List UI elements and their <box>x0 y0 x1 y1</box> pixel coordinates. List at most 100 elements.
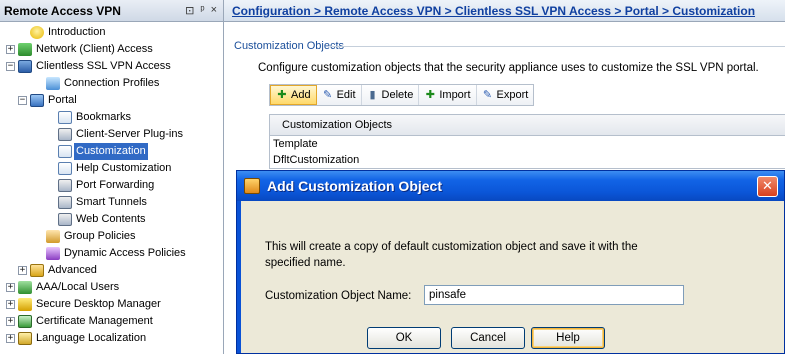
tree-item-label: Bookmarks <box>76 111 132 123</box>
table-row[interactable]: DfltCustomization <box>270 152 785 168</box>
tree-item-label: Introduction <box>48 26 106 38</box>
tree-item-label: Secure Desktop Manager <box>36 298 161 310</box>
tree-item[interactable]: Smart Tunnels <box>0 194 224 211</box>
tree-item-label: Dynamic Access Policies <box>64 247 186 259</box>
expand-icon[interactable]: + <box>6 317 15 326</box>
add-button[interactable]: ✚ Add <box>270 85 317 105</box>
doc-icon <box>58 162 72 175</box>
group-icon <box>46 230 60 243</box>
expand-icon[interactable]: + <box>6 283 15 292</box>
plug-icon <box>58 213 72 226</box>
expand-icon[interactable]: + <box>6 300 15 309</box>
pin-pane-icon[interactable]: ᵖ <box>200 4 204 17</box>
navigation-tree: Introduction + Network (Client) Access − Cli… <box>0 24 224 347</box>
add-customization-dialog: Add Customization Object ✕ This will cre… <box>236 170 785 354</box>
add-label: Add <box>291 89 311 101</box>
dialog-app-icon <box>244 178 260 194</box>
customization-objects-table: Customization Objects Template DfltCusto… <box>269 114 785 169</box>
table-header[interactable]: Customization Objects <box>270 115 785 136</box>
close-pane-icon[interactable]: × <box>211 4 217 17</box>
tree-item[interactable]: − Portal <box>0 92 224 109</box>
delete-label: Delete <box>381 89 414 101</box>
tree-item[interactable]: + Advanced <box>0 262 224 279</box>
close-icon[interactable]: ✕ <box>757 176 778 197</box>
doc-icon <box>58 111 72 124</box>
expand-icon[interactable]: + <box>18 266 27 275</box>
tree-item[interactable]: Group Policies <box>0 228 224 245</box>
help-icon <box>30 26 44 39</box>
breadcrumb[interactable]: Configuration > Remote Access VPN > Clie… <box>224 0 785 22</box>
profile-icon <box>46 77 60 90</box>
import-label: Import <box>439 89 471 101</box>
expand-icon[interactable]: + <box>6 45 15 54</box>
table-row[interactable]: Template <box>270 136 785 152</box>
plug-icon <box>58 179 72 192</box>
tree-item-label: Certificate Management <box>36 315 153 327</box>
tree-item[interactable]: + Network (Client) Access <box>0 41 224 58</box>
ssl-icon <box>18 60 32 73</box>
plug-icon <box>58 128 72 141</box>
edit-button[interactable]: ✎ Edit <box>317 85 362 105</box>
lang-icon <box>18 332 32 345</box>
tree-item[interactable]: Help Customization <box>0 160 224 177</box>
cancel-button[interactable]: Cancel <box>451 327 525 349</box>
tree-item-label: Smart Tunnels <box>76 196 147 208</box>
pane-header: Remote Access VPN ⊡ ᵖ × <box>0 0 223 22</box>
group-description: Configure customization objects that the… <box>258 62 759 74</box>
tree-item[interactable]: Port Forwarding <box>0 177 224 194</box>
portal-icon <box>30 94 44 107</box>
tree-item[interactable]: Connection Profiles <box>0 75 224 92</box>
objects-toolbar: ✚ Add ✎ Edit ▮ Delete ✚ Import ✎ Export <box>269 84 535 106</box>
tree-item[interactable]: Introduction <box>0 24 224 41</box>
float-pane-icon[interactable]: ⊡ <box>185 4 194 17</box>
tree-item-label: Network (Client) Access <box>36 43 153 55</box>
import-icon: ✚ <box>425 89 435 101</box>
object-name-input[interactable] <box>424 285 684 305</box>
tree-item[interactable]: + Certificate Management <box>0 313 224 330</box>
edit-icon: ✎ <box>322 89 333 101</box>
tree-item[interactable]: + Secure Desktop Manager <box>0 296 224 313</box>
sdm-icon <box>18 298 32 311</box>
pane-controls: ⊡ ᵖ × <box>185 4 223 17</box>
tree-item[interactable]: Dynamic Access Policies <box>0 245 224 262</box>
tree-item-label: Group Policies <box>64 230 136 242</box>
dap-icon <box>46 247 60 260</box>
help-button[interactable]: Help <box>531 327 605 349</box>
tree-item[interactable]: + AAA/Local Users <box>0 279 224 296</box>
object-name-label: Customization Object Name: <box>265 290 412 302</box>
import-button[interactable]: ✚ Import <box>419 85 477 105</box>
collapse-icon[interactable]: − <box>18 96 27 105</box>
group-divider <box>330 46 785 47</box>
export-button[interactable]: ✎ Export <box>477 85 534 105</box>
tree-item[interactable]: Web Contents <box>0 211 224 228</box>
tree-item-label: Language Localization <box>36 332 147 344</box>
pane-title: Remote Access VPN <box>4 3 121 18</box>
tree-item[interactable]: Client-Server Plug-ins <box>0 126 224 143</box>
adv-icon <box>30 264 44 277</box>
tree-item-label: Clientless SSL VPN Access <box>36 60 171 72</box>
trash-icon: ▮ <box>369 89 376 101</box>
plug-icon <box>58 196 72 209</box>
edit-label: Edit <box>336 89 356 101</box>
tree-item-label: Connection Profiles <box>64 77 160 89</box>
aaa-icon <box>18 281 32 294</box>
doc-icon <box>58 145 72 158</box>
dialog-body: This will create a copy of default custo… <box>241 201 784 353</box>
tree-item[interactable]: Bookmarks <box>0 109 224 126</box>
tree-item-label: Advanced <box>48 264 97 276</box>
tree-item-label: Port Forwarding <box>76 179 155 191</box>
export-icon: ✎ <box>482 89 493 101</box>
tree-item-label: Client-Server Plug-ins <box>76 128 183 140</box>
dialog-message: This will create a copy of default custo… <box>265 241 638 269</box>
tree-item-label: Portal <box>48 94 77 106</box>
tree-item[interactable]: + Language Localization <box>0 330 224 347</box>
dialog-titlebar[interactable]: Add Customization Object ✕ <box>237 171 784 201</box>
ok-button[interactable]: OK <box>367 327 441 349</box>
tree-item[interactable]: Customization <box>0 143 224 160</box>
tree-item[interactable]: − Clientless SSL VPN Access <box>0 58 224 75</box>
export-label: Export <box>496 89 529 101</box>
tree-item-label: Help Customization <box>76 162 172 174</box>
delete-button[interactable]: ▮ Delete <box>362 85 420 105</box>
collapse-icon[interactable]: − <box>6 62 15 71</box>
expand-icon[interactable]: + <box>6 334 15 343</box>
